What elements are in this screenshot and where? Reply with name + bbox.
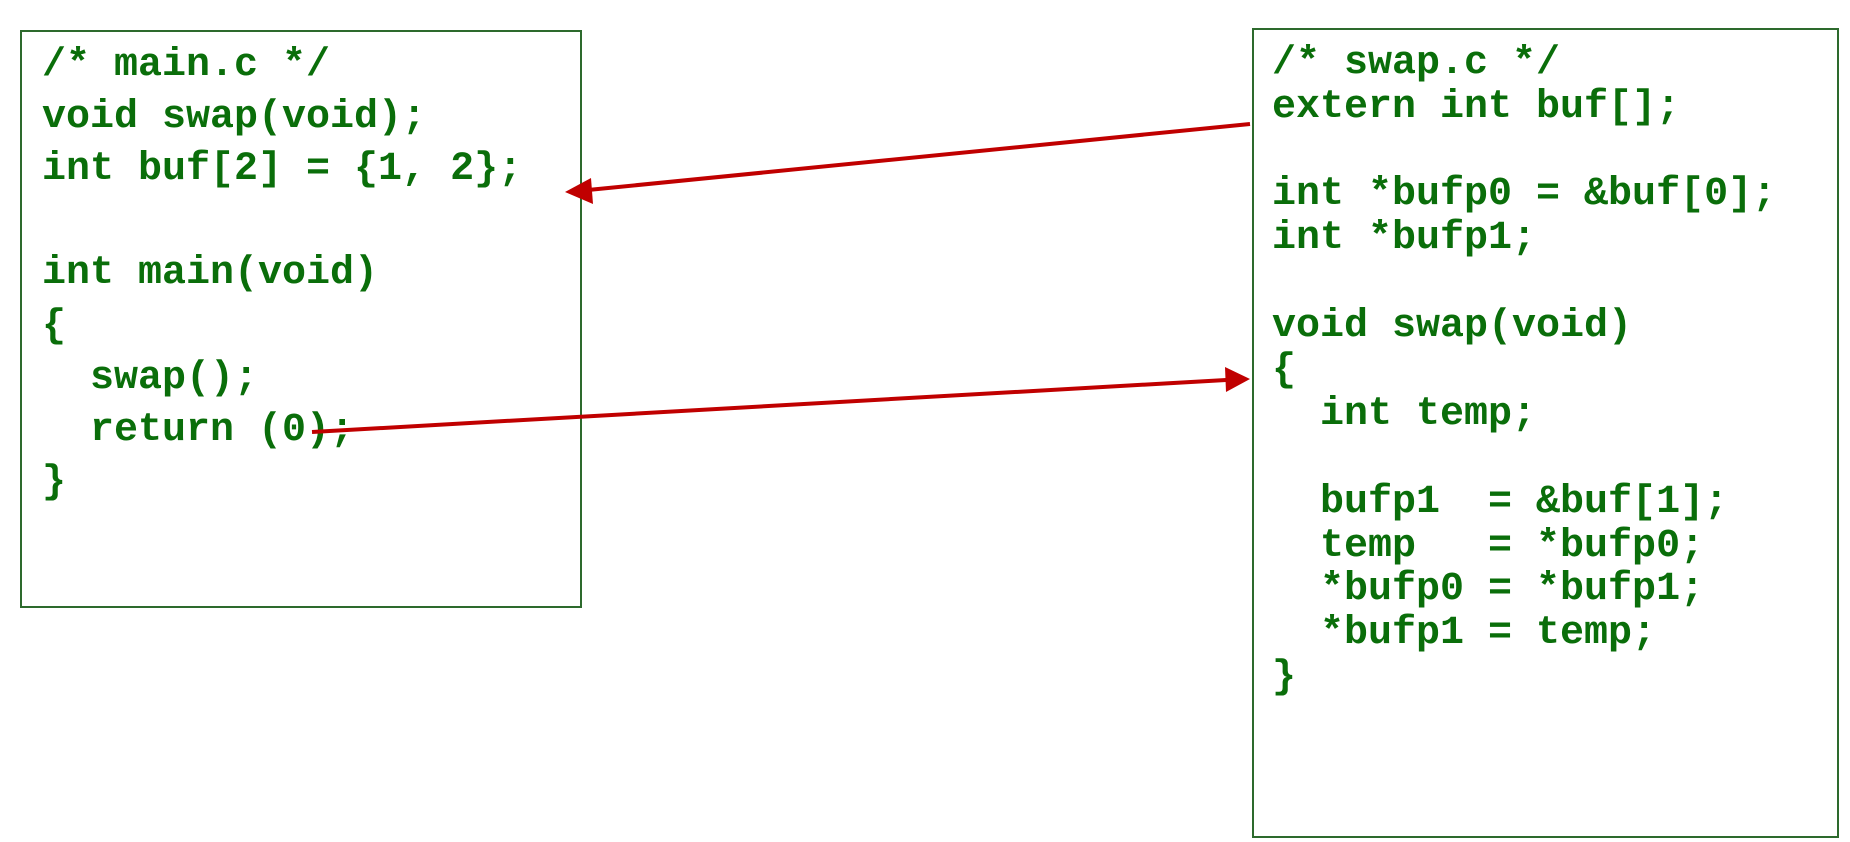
- swap-c-line: {: [1272, 348, 1297, 393]
- arrow-buf-reference: [565, 122, 1251, 204]
- main-c-line: return (0);: [42, 408, 355, 453]
- swap-c-line: *bufp1 = temp;: [1272, 611, 1657, 656]
- main-c-line: }: [42, 460, 67, 505]
- swap-c-line: int temp;: [1272, 392, 1537, 437]
- main-c-code-box: /* main.c */ void swap(void); int buf[2]…: [20, 30, 582, 608]
- swap-c-line: extern int buf[];: [1272, 85, 1681, 130]
- arrowhead-icon: [1225, 367, 1250, 392]
- swap-c-line: }: [1272, 655, 1297, 700]
- swap-c-line: bufp1 = &buf[1];: [1272, 480, 1729, 525]
- main-c-line: int main(void): [42, 251, 379, 296]
- swap-c-line: *bufp0 = *bufp1;: [1272, 567, 1705, 612]
- main-c-line: int buf[2] = {1, 2};: [42, 147, 523, 192]
- main-c-line: {: [42, 304, 67, 349]
- swap-c-line: /* swap.c */: [1272, 41, 1561, 86]
- swap-c-line: temp = *bufp0;: [1272, 524, 1705, 569]
- swap-c-line: int *bufp1;: [1272, 216, 1537, 261]
- swap-c-code-box: /* swap.c */ extern int buf[]; int *bufp…: [1252, 28, 1839, 838]
- main-c-line: /* main.c */: [42, 43, 331, 88]
- main-c-line: swap();: [42, 356, 259, 401]
- swap-c-line: int *bufp0 = &buf[0];: [1272, 172, 1777, 217]
- main-c-line: void swap(void);: [42, 95, 427, 140]
- swap-c-line: void swap(void): [1272, 304, 1633, 349]
